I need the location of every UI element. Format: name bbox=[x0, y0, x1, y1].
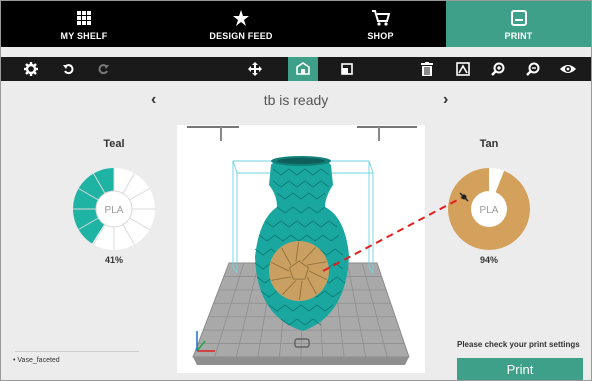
material-connector bbox=[322, 192, 469, 272]
file-list-item[interactable]: • Vase_faceted bbox=[13, 357, 60, 364]
print-button[interactable]: Print bbox=[457, 358, 583, 380]
file-name: Vase_faceted bbox=[17, 357, 60, 364]
print-notice: Please check your print settings bbox=[457, 340, 580, 349]
app-window: MY SHELF DESIGN FEED SHOP PRINT ‹ tb is … bbox=[0, 0, 592, 381]
